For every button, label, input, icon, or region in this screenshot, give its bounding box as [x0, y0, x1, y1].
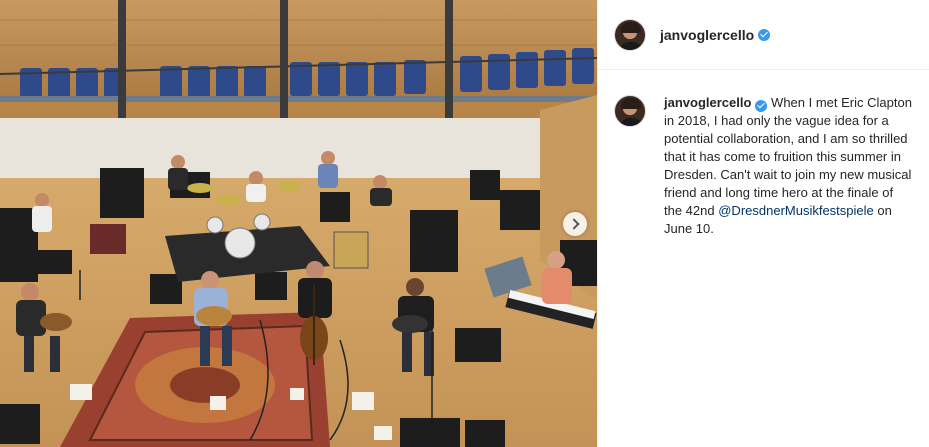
- post-header: janvoglercello: [598, 0, 929, 70]
- chevron-right-icon: [567, 218, 580, 230]
- rehearsal-scene-image: [0, 0, 597, 447]
- caption-body: When I met Eric Clapton in 2018, I had o…: [664, 95, 912, 218]
- mention-link[interactable]: @DresdnerMusikfestspiele: [718, 203, 874, 218]
- caption-avatar[interactable]: [614, 95, 646, 127]
- avatar[interactable]: [614, 18, 646, 51]
- verified-badge-icon: [755, 99, 768, 112]
- post-photo[interactable]: [0, 0, 597, 447]
- next-image-button[interactable]: [563, 212, 587, 236]
- header-username[interactable]: janvoglercello: [660, 27, 754, 43]
- caption-comment: janvoglercello When I met Eric Clapton i…: [614, 94, 914, 238]
- caption-username[interactable]: janvoglercello: [664, 95, 751, 110]
- verified-badge-icon: [758, 28, 771, 41]
- caption-text: janvoglercello When I met Eric Clapton i…: [664, 94, 914, 238]
